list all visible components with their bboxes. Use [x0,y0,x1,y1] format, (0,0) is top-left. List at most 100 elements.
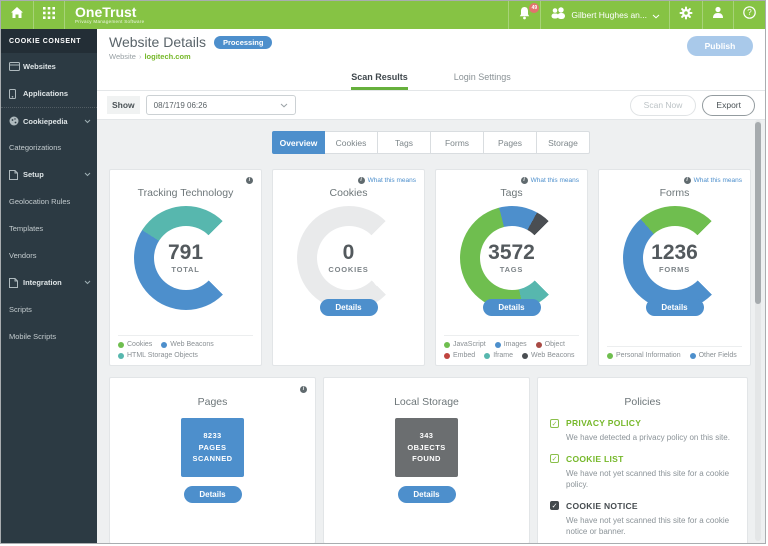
scrollbar-thumb[interactable] [755,122,761,304]
legend-item: Personal Information [607,352,681,359]
checkbox-icon[interactable]: ✓ [550,501,559,510]
user-name-label: Gilbert Hughes an... [571,10,647,20]
sidebar-item-setup[interactable]: Setup [1,161,97,188]
home-icon [10,6,24,24]
scan-tab-forms[interactable]: Forms [431,131,484,154]
legend-dot [444,353,450,359]
sidebar-item-mobile-scripts[interactable]: Mobile Scripts [1,323,97,350]
legend-label: Cookies [127,341,152,348]
info-icon[interactable] [246,177,253,184]
details-button-pages[interactable]: Details [184,486,242,503]
gauge-legend: Personal Information Other Fields [607,346,742,359]
settings-button[interactable] [669,1,702,29]
summary-cards-row: Tracking Technology791TOTALCookiesWeb Be… [109,169,753,366]
policy-list: ✓PRIVACY POLICYWe have detected a privac… [550,418,735,538]
sidebar-item-label: Applications [23,89,68,98]
chevron-down-icon [84,172,91,177]
sidebar-item-templates[interactable]: Templates [1,215,97,242]
vertical-scrollbar[interactable] [755,120,761,541]
card-tracking-technology: Tracking Technology791TOTALCookiesWeb Be… [109,169,262,366]
document-icon [9,278,23,288]
gauge-area: 3572TAGSDetails [460,206,564,314]
sidebar-item-vendors[interactable]: Vendors [1,242,97,269]
legend-label: Other Fields [699,352,737,359]
breadcrumb: Website›logitech.com [109,52,753,61]
card-title: Pages [118,396,307,408]
legend-dot [495,342,501,348]
sidebar-item-cookiepedia[interactable]: Cookiepedia [1,107,97,134]
card-title: Local Storage [332,396,521,408]
notification-count-badge: 49 [529,3,539,13]
scan-section-tabs: OverviewCookiesTagsFormsPagesStorage [97,131,765,154]
sidebar-item-label: Integration [23,278,62,287]
what-this-means-link[interactable]: What this means [358,177,416,184]
card-title: Cookies [281,187,416,199]
scan-tab-tags[interactable]: Tags [378,131,431,154]
sidebar-item-websites[interactable]: Websites [1,53,97,80]
legend-dot [161,342,167,348]
scan-tab-pages[interactable]: Pages [484,131,537,154]
tab-scan-results[interactable]: Scan Results [351,72,408,90]
breadcrumb-parent[interactable]: Website [109,52,136,61]
scan-date-select[interactable]: 08/17/19 06:26 [146,95,296,115]
legend-dot [522,353,528,359]
info-icon [358,177,365,184]
what-this-means-link[interactable]: What this means [521,177,579,184]
detail-cards-row: Pages 8233 PAGES SCANNED Details Local S… [109,377,753,543]
gear-icon [679,6,693,25]
home-button[interactable] [1,1,34,29]
card-policies: Policies ✓PRIVACY POLICYWe have detected… [537,377,748,543]
sidebar-item-categorizations[interactable]: Categorizations [1,134,97,161]
sidebar-item-applications[interactable]: Applications [1,80,97,107]
profile-button[interactable] [702,1,733,29]
details-button-tags[interactable]: Details [483,299,541,316]
brand-logo[interactable]: OneTrust Privacy Management Software [65,1,154,29]
scan-tab-storage[interactable]: Storage [537,131,590,154]
legend-item: Cookies [118,341,152,348]
status-badge: Processing [214,36,272,49]
card-pages: Pages 8233 PAGES SCANNED Details [109,377,316,543]
legend-item: Object [536,341,565,348]
checkbox-icon[interactable]: ✓ [550,419,559,428]
cookiepedia-icon [9,116,23,126]
objects-found-box: 343 OBJECTS FOUND [395,418,458,477]
sidebar-item-geolocation-rules[interactable]: Geolocation Rules [1,188,97,215]
info-icon [684,177,691,184]
legend-item: Embed [444,352,475,359]
checkbox-icon[interactable]: ✓ [550,454,559,463]
account-menu[interactable]: Gilbert Hughes an... [540,1,669,29]
legend-dot [444,342,450,348]
details-button-cookies[interactable]: Details [320,299,378,316]
notifications-button[interactable]: 49 [508,1,540,29]
info-icon [521,177,528,184]
info-icon[interactable] [300,386,307,393]
scan-tab-overview[interactable]: Overview [272,131,325,154]
applications-icon [9,89,23,99]
chevron-down-icon [652,6,660,24]
details-button-forms[interactable]: Details [646,299,704,316]
sidebar-item-label: Geolocation Rules [9,197,70,206]
pages-unit-1: PAGES [199,442,227,454]
what-this-means-link[interactable]: What this means [684,177,742,184]
websites-icon [9,62,23,71]
sidebar-item-label: Websites [23,62,56,71]
legend-label: Web Beacons [170,341,213,348]
legend-label: Iframe [493,352,513,359]
app-switcher-button[interactable] [34,1,65,29]
sidebar-item-integration[interactable]: Integration [1,269,97,296]
details-button-local-storage[interactable]: Details [398,486,456,503]
sidebar-item-scripts[interactable]: Scripts [1,296,97,323]
scan-now-button[interactable]: Scan Now [630,95,697,116]
sidebar-item-label: Cookiepedia [23,117,68,126]
export-button[interactable]: Export [702,95,755,116]
card-tags: What this meansTags3572TAGSDetailsJavaSc… [435,169,588,366]
legend-label: JavaScript [453,341,486,348]
scan-tab-cookies[interactable]: Cookies [325,131,378,154]
gauge-unit: FORMS [659,265,690,274]
gauge-unit: TAGS [500,265,523,274]
help-button[interactable]: ? [733,1,765,29]
tab-login-settings[interactable]: Login Settings [454,72,511,90]
publish-button[interactable]: Publish [687,36,753,56]
policy-description: We have not yet scanned this site for a … [566,468,735,491]
what-this-means-label: What this means [368,177,416,184]
